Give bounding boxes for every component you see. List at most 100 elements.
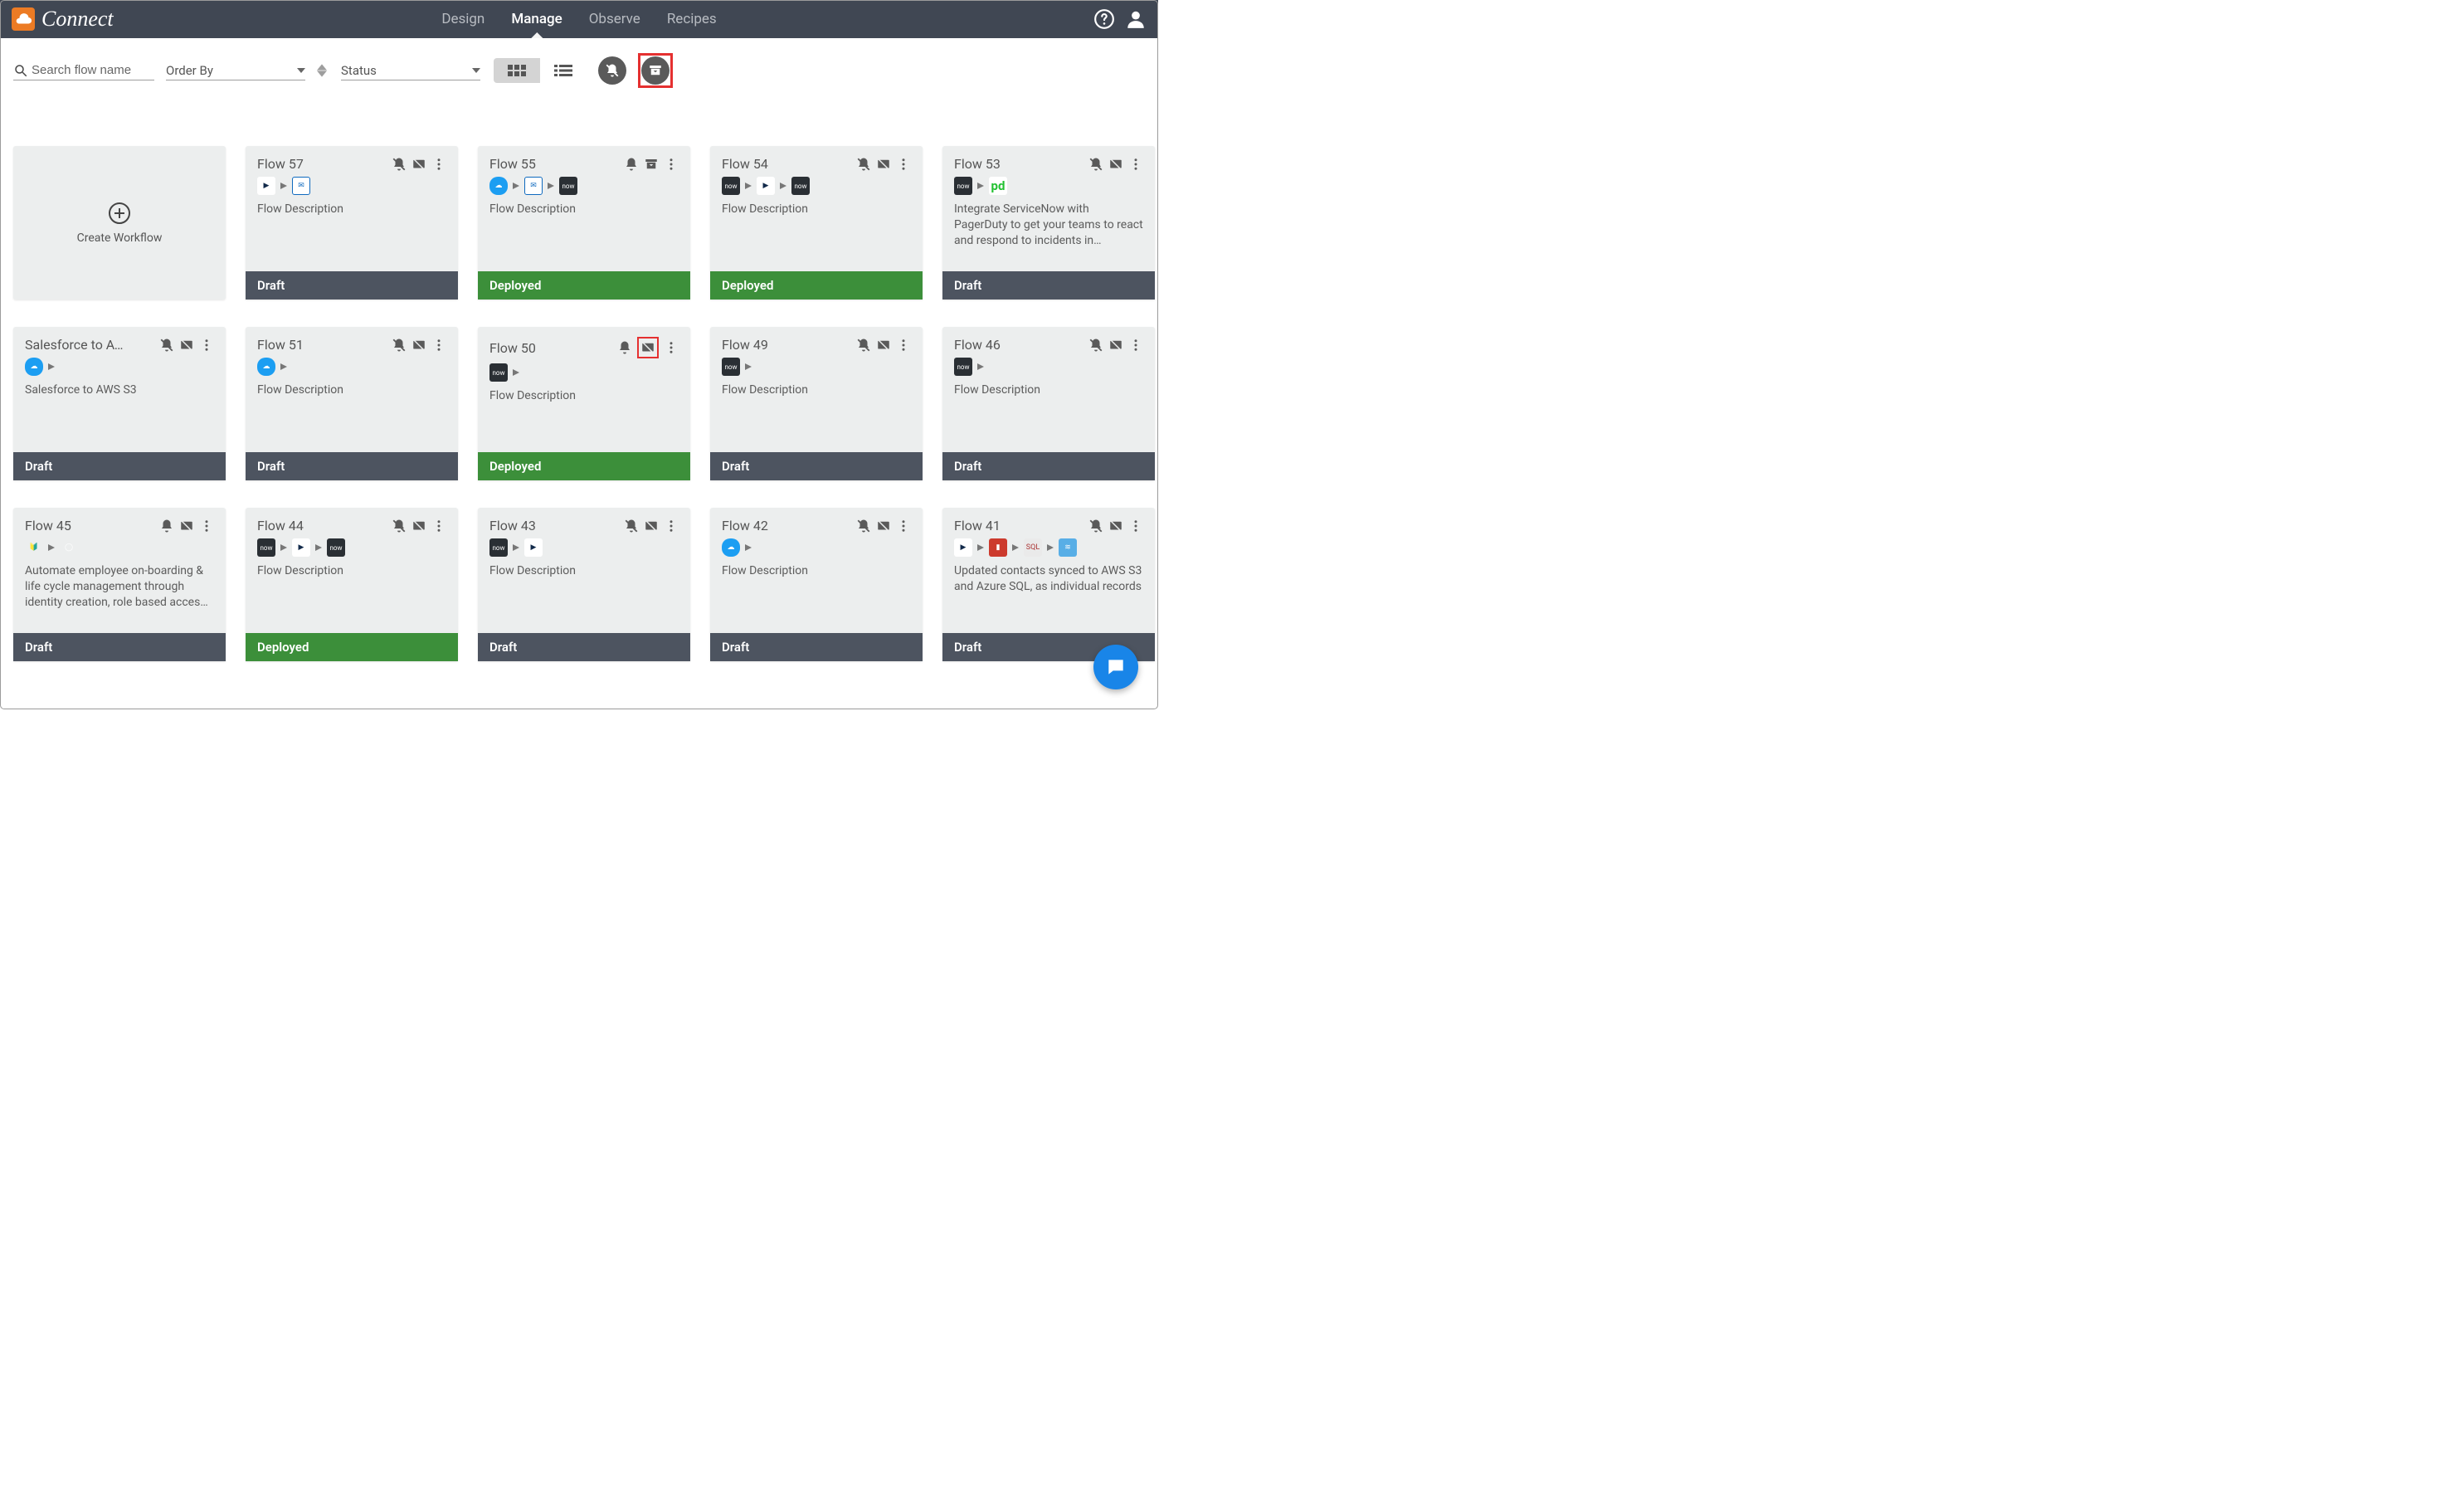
screen-off-icon[interactable] [411,519,426,533]
more-icon[interactable] [1128,157,1143,172]
bell-off-icon[interactable] [392,519,407,533]
flow-card[interactable]: Flow 46 now Flow Description Draft [942,327,1155,480]
nav-tab-recipes[interactable]: Recipes [654,1,730,37]
help-icon[interactable] [1093,8,1115,30]
nav-tab-observe[interactable]: Observe [576,1,654,37]
bell-icon[interactable] [624,157,639,172]
more-icon[interactable] [896,157,911,172]
search-field[interactable] [13,61,154,80]
more-icon[interactable] [664,519,679,533]
flow-card[interactable]: Flow 41 ▶▮SQL≋ Updated contacts synced t… [942,508,1155,661]
caret-right-icon [315,544,322,551]
bell-off-icon[interactable] [856,157,871,172]
screen-off-icon[interactable] [179,338,194,353]
screen-off-icon[interactable] [1108,157,1123,172]
flow-card[interactable]: Flow 54 now▶now Flow Description Deploye… [710,146,923,300]
screen-off-icon[interactable] [644,519,659,533]
more-icon[interactable] [1128,338,1143,353]
bell-icon[interactable] [159,519,174,533]
more-icon[interactable] [431,157,446,172]
more-icon[interactable] [664,340,679,355]
card-title: Flow 55 [489,156,536,172]
screen-off-icon[interactable] [1108,519,1123,533]
bell-off-icon[interactable] [1088,338,1103,353]
glyph-triangle: ▶ [292,538,310,557]
more-icon[interactable] [664,157,679,172]
flow-card[interactable]: Flow 57 ▶✉ Flow Description Draft [246,146,458,300]
more-icon[interactable] [431,338,446,353]
glyph-cloud: ☁ [257,358,275,376]
card-title: Flow 57 [257,156,304,172]
more-icon[interactable] [199,338,214,353]
flow-card[interactable]: Flow 53 nowpd Integrate ServiceNow with … [942,146,1155,300]
status-dropdown[interactable]: Status [341,61,480,80]
glyph-green: 🔰 [25,538,43,557]
glyph-circle: ◯ [60,538,78,557]
flow-card[interactable]: Flow 42 ☁ Flow Description Draft [710,508,923,661]
screen-off-icon[interactable] [411,338,426,353]
chat-fab[interactable] [1093,645,1138,689]
caret-right-icon [780,183,786,189]
list-view-button[interactable] [540,58,587,83]
glyph-row: ☁ [722,538,911,557]
card-title: Flow 45 [25,518,71,533]
screen-off-icon[interactable] [876,519,891,533]
app-logo[interactable]: Connect [0,0,120,38]
caret-right-icon [745,544,752,551]
search-input[interactable] [32,63,148,77]
screen-off-icon[interactable] [179,519,194,533]
caret-right-icon [1012,544,1019,551]
grid-view-button[interactable] [494,58,540,83]
more-icon[interactable] [1128,519,1143,533]
status-badge: Deployed [710,271,923,300]
flow-card[interactable]: Flow 51 ☁ Flow Description Draft [246,327,458,480]
glyph-row: ▶▮SQL≋ [954,538,1143,557]
grid-icon [508,64,526,77]
more-icon[interactable] [431,519,446,533]
card-description: Flow Description [489,202,679,217]
status-badge: Deployed [478,271,690,300]
bell-off-icon[interactable] [159,338,174,353]
flow-card[interactable]: Flow 43 now▶ Flow Description Draft [478,508,690,661]
create-workflow-card[interactable]: Create Workflow [13,146,226,300]
nav-tab-design[interactable]: Design [428,1,498,37]
screen-off-icon[interactable] [876,338,891,353]
chevron-down-icon [297,66,305,75]
glyph-now: now [722,177,740,195]
orderby-dropdown[interactable]: Order By [166,61,305,80]
more-icon[interactable] [199,519,214,533]
card-body: Flow 51 ☁ Flow Description [246,327,458,452]
flow-card[interactable]: Flow 49 now Flow Description Draft [710,327,923,480]
bell-off-icon[interactable] [392,157,407,172]
bell-off-icon[interactable] [1088,519,1103,533]
flow-card[interactable]: Flow 45 🔰◯ Automate employee on-boarding… [13,508,226,661]
more-icon[interactable] [896,338,911,353]
user-icon[interactable] [1125,8,1147,30]
bell-off-icon[interactable] [1088,157,1103,172]
bell-off-icon[interactable] [392,338,407,353]
more-icon[interactable] [896,519,911,533]
card-head: Flow 51 [257,337,446,353]
archive-icon[interactable] [644,157,659,172]
nav-tab-manage[interactable]: Manage [498,1,575,37]
archive-all-button[interactable] [641,56,670,85]
bell-off-icon[interactable] [856,338,871,353]
card-description: Integrate ServiceNow with PagerDuty to g… [954,202,1143,249]
flow-card[interactable]: Flow 44 now▶now Flow Description Deploye… [246,508,458,661]
bell-off-icon[interactable] [856,519,871,533]
card-body: Flow 42 ☁ Flow Description [710,508,923,633]
screen-off-icon[interactable] [1108,338,1123,353]
screen-off-icon[interactable] [640,340,655,355]
status-badge: Deployed [478,452,690,480]
screen-off-icon[interactable] [411,157,426,172]
sort-direction-toggle[interactable] [317,64,329,77]
archive-icon [648,63,663,78]
flow-card[interactable]: Flow 50 now Flow Description Deployed [478,327,690,480]
flow-card[interactable]: Salesforce to AWS… ☁ Salesforce to AWS S… [13,327,226,480]
flow-card[interactable]: Flow 55 ☁✉now Flow Description Deployed [478,146,690,300]
screen-off-icon[interactable] [876,157,891,172]
bell-off-icon[interactable] [624,519,639,533]
glyph-now: now [489,538,508,557]
mute-all-button[interactable] [598,56,626,85]
bell-icon[interactable] [617,340,632,355]
